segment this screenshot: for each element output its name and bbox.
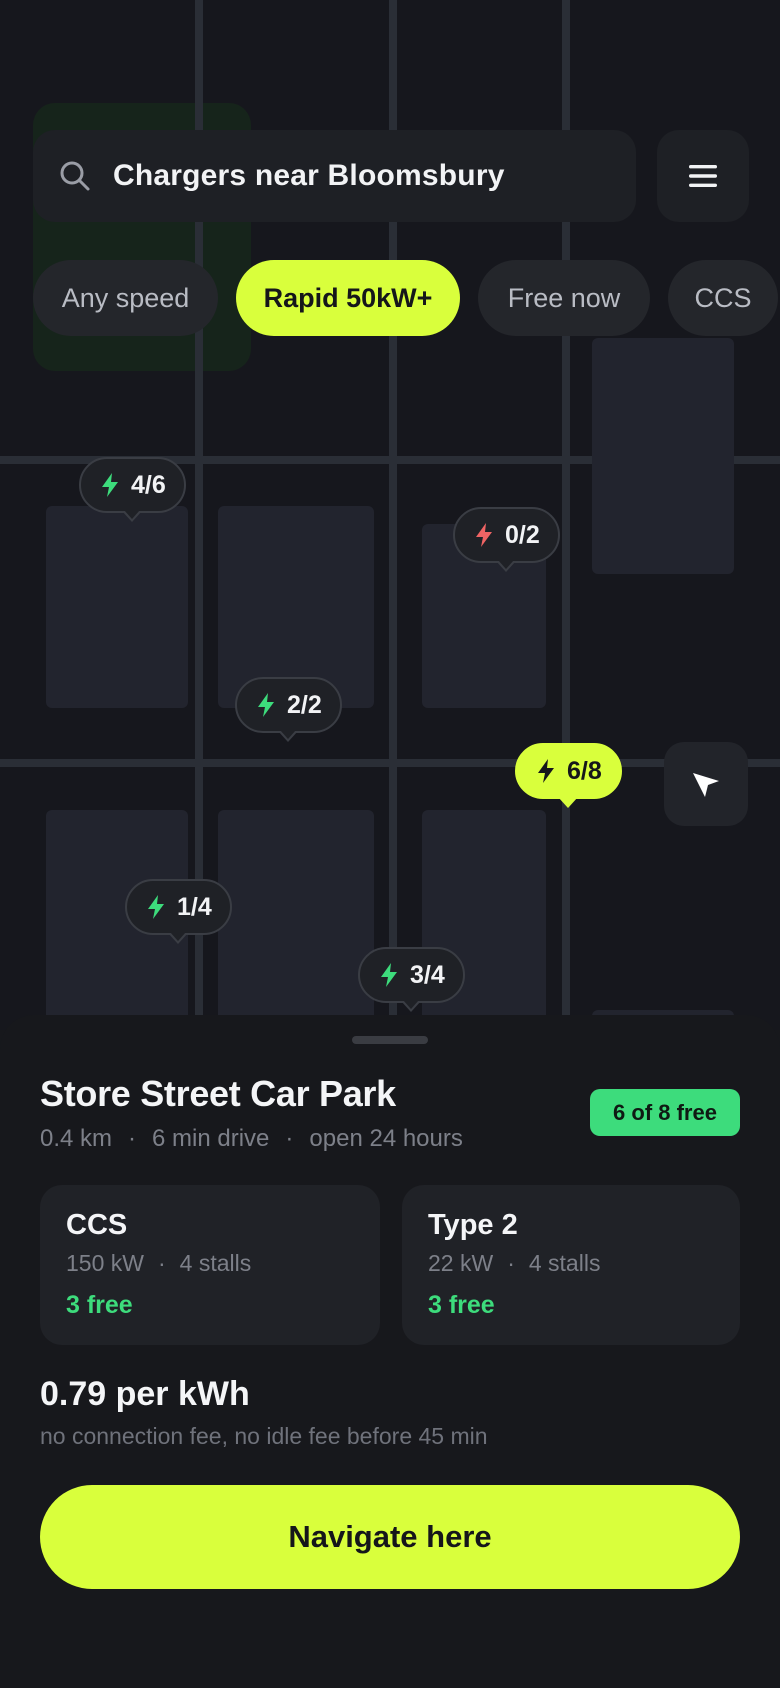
bolt-icon	[148, 895, 164, 919]
connector-free-count: 3 free	[428, 1291, 495, 1319]
filter-chips: Any speed Rapid 50kW+ Free now CCS	[33, 260, 778, 336]
station-hours: open 24 hours	[309, 1125, 463, 1152]
search-icon	[60, 161, 90, 191]
charger-pin[interactable]: 3/4	[358, 947, 465, 1012]
pin-count: 1/4	[177, 892, 212, 921]
pin-count: 4/6	[131, 470, 166, 499]
bolt-icon	[381, 963, 397, 987]
station-distance: 0.4 km	[40, 1125, 113, 1152]
connector-card-type2[interactable]: Type 2 22 kW · 4 stalls 3 free	[402, 1185, 740, 1345]
search-query[interactable]: Chargers near Bloomsbury	[113, 159, 505, 193]
pin-count: 0/2	[505, 520, 540, 549]
station-drive-time: 6 min drive	[152, 1125, 270, 1152]
connector-free-count: 3 free	[66, 1291, 133, 1319]
bolt-icon	[102, 473, 118, 497]
station-meta: 0.4 km · 6 min drive · open 24 hours	[40, 1125, 463, 1153]
filter-chip-free-now[interactable]: Free now	[478, 260, 650, 336]
connector-stalls: 4 stalls	[528, 1250, 601, 1276]
connector-specs: 150 kW · 4 stalls	[66, 1250, 354, 1277]
navigate-button[interactable]: Navigate here	[40, 1485, 740, 1589]
locate-me-button[interactable]	[664, 742, 748, 826]
availability-badge: 6 of 8 free	[590, 1089, 740, 1136]
connector-stalls: 4 stalls	[179, 1250, 252, 1276]
bolt-icon	[476, 523, 492, 547]
filter-chip-rapid[interactable]: Rapid 50kW+	[236, 260, 460, 336]
menu-button[interactable]	[657, 130, 749, 222]
hamburger-icon	[689, 165, 717, 187]
separator-dot: ·	[285, 1125, 294, 1152]
connector-type: Type 2	[428, 1209, 518, 1241]
station-sheet: Store Street Car Park 6 of 8 free 0.4 km…	[0, 1015, 780, 1688]
sheet-drag-handle[interactable]	[352, 1036, 428, 1044]
filter-chip-any-speed[interactable]: Any speed	[33, 260, 218, 336]
charger-pin[interactable]: 4/6	[79, 457, 186, 522]
pin-count: 6/8	[567, 756, 602, 785]
connector-power: 22 kW	[428, 1250, 494, 1276]
station-name: Store Street Car Park	[40, 1073, 396, 1114]
filter-chip-ccs[interactable]: CCS	[668, 260, 778, 336]
bolt-icon	[258, 693, 274, 717]
connector-type: CCS	[66, 1209, 128, 1241]
building	[592, 338, 734, 574]
pin-count: 2/2	[287, 690, 322, 719]
connector-card-ccs[interactable]: CCS 150 kW · 4 stalls 3 free	[40, 1185, 380, 1345]
separator-dot: ·	[507, 1250, 515, 1276]
building	[46, 506, 188, 708]
pin-count: 3/4	[410, 960, 445, 989]
road	[0, 759, 780, 767]
search-bar[interactable]: Chargers near Bloomsbury	[33, 130, 636, 222]
location-arrow-icon	[693, 773, 719, 797]
charger-pin[interactable]: 0/2	[453, 507, 560, 572]
separator-dot: ·	[157, 1250, 166, 1276]
bolt-icon	[538, 759, 554, 783]
connector-power: 150 kW	[66, 1250, 144, 1276]
connector-specs: 22 kW · 4 stalls	[428, 1250, 714, 1277]
building	[218, 810, 374, 1030]
price-note: no connection fee, no idle fee before 45…	[40, 1423, 488, 1449]
charger-pin[interactable]: 2/2	[235, 677, 342, 742]
charger-pin[interactable]: 1/4	[125, 879, 232, 944]
price: 0.79 per kWh	[40, 1375, 250, 1413]
separator-dot: ·	[128, 1125, 137, 1152]
charger-pin-selected[interactable]: 6/8	[515, 743, 622, 808]
